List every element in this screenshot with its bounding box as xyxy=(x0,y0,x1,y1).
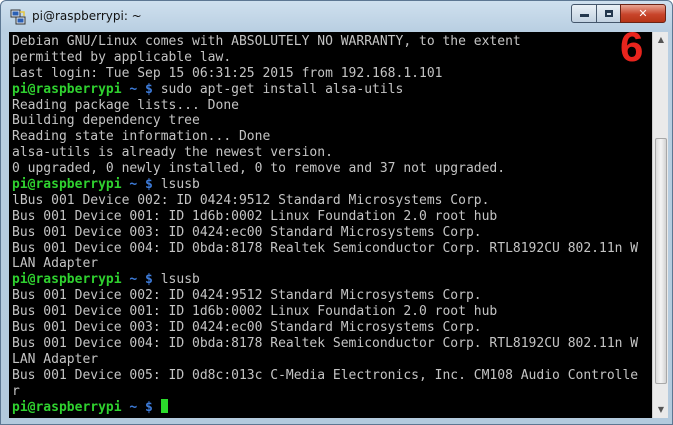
minimize-button[interactable] xyxy=(571,4,597,23)
output-line: Last login: Tue Sep 15 06:31:25 2015 fro… xyxy=(12,65,443,81)
terminal-area[interactable]: Debian GNU/Linux comes with ABSOLUTELY N… xyxy=(9,32,652,418)
command-text: lsusb xyxy=(160,272,200,288)
output-line: Bus 001 Device 002: ID 0424:9512 Standar… xyxy=(12,288,482,304)
output-line: Bus 001 Device 001: ID 1d6b:0002 Linux F… xyxy=(12,208,498,224)
prompt-line: pi@raspberrypi ~ $ sudo apt-get install … xyxy=(12,82,652,98)
vertical-scrollbar[interactable]: ▲ ▼ xyxy=(652,32,668,418)
prompt-user-host: pi@raspberrypi xyxy=(12,81,122,97)
output-line: 0 upgraded, 0 newly installed, 0 to remo… xyxy=(12,161,506,177)
prompt-path: ~ $ xyxy=(121,81,161,97)
output-line: alsa-utils is already the newest version… xyxy=(12,145,333,161)
output-line: Building dependency tree xyxy=(12,113,200,129)
prompt-user-host: pi@raspberrypi xyxy=(12,272,122,288)
step-number-annotation: 6 xyxy=(620,23,644,70)
terminal-output: Debian GNU/Linux comes with ABSOLUTELY N… xyxy=(12,34,652,415)
output-line: r xyxy=(12,383,20,399)
output-line: Bus 001 Device 004: ID 0bda:8178 Realtek… xyxy=(12,335,639,351)
output-line: Bus 001 Device 003: ID 0424:ec00 Standar… xyxy=(12,320,482,336)
scroll-down-arrow-icon[interactable]: ▼ xyxy=(653,402,669,418)
output-line: Reading package lists... Done xyxy=(12,97,239,113)
putty-app-icon[interactable] xyxy=(10,9,26,25)
output-line: Bus 001 Device 005: ID 0d8c:013c C-Media… xyxy=(12,367,639,383)
scrollbar-thumb[interactable] xyxy=(655,138,667,384)
window-controls: ✕ xyxy=(571,4,671,24)
prompt-user-host: pi@raspberrypi xyxy=(12,177,122,193)
output-line: permitted by applicable law. xyxy=(12,49,232,65)
output-line: lBus 001 Device 002: ID 0424:9512 Standa… xyxy=(12,192,490,208)
title-bar[interactable]: pi@raspberrypi: ~ ✕ xyxy=(1,1,672,31)
output-line: Reading state information... Done xyxy=(12,129,271,145)
output-line: Debian GNU/Linux comes with ABSOLUTELY N… xyxy=(12,34,521,49)
maximize-button[interactable] xyxy=(596,4,621,23)
prompt-line: pi@raspberrypi ~ $ xyxy=(12,399,652,415)
putty-window: pi@raspberrypi: ~ ✕ Debian GNU/Linux com… xyxy=(0,0,673,425)
output-line: LAN Adapter xyxy=(12,351,99,367)
text-cursor xyxy=(160,399,168,414)
close-button[interactable]: ✕ xyxy=(620,4,666,23)
prompt-path: ~ $ xyxy=(121,400,161,416)
output-line: Bus 001 Device 004: ID 0bda:8178 Realtek… xyxy=(12,240,639,256)
output-line: Bus 001 Device 001: ID 1d6b:0002 Linux F… xyxy=(12,304,498,320)
output-line: Bus 001 Device 003: ID 0424:ec00 Standar… xyxy=(12,224,482,240)
prompt-line: pi@raspberrypi ~ $ lsusb xyxy=(12,177,652,193)
minimize-icon xyxy=(579,14,589,17)
close-icon: ✕ xyxy=(638,7,648,20)
prompt-path: ~ $ xyxy=(121,272,161,288)
maximize-icon xyxy=(604,10,613,17)
command-text: sudo apt-get install alsa-utils xyxy=(160,81,404,97)
prompt-user-host: pi@raspberrypi xyxy=(12,400,122,416)
window-title: pi@raspberrypi: ~ xyxy=(32,9,142,23)
scroll-up-arrow-icon[interactable]: ▲ xyxy=(653,32,669,48)
prompt-line: pi@raspberrypi ~ $ lsusb xyxy=(12,272,652,288)
prompt-path: ~ $ xyxy=(121,177,161,193)
output-line: LAN Adapter xyxy=(12,256,99,272)
command-text: lsusb xyxy=(160,177,200,193)
